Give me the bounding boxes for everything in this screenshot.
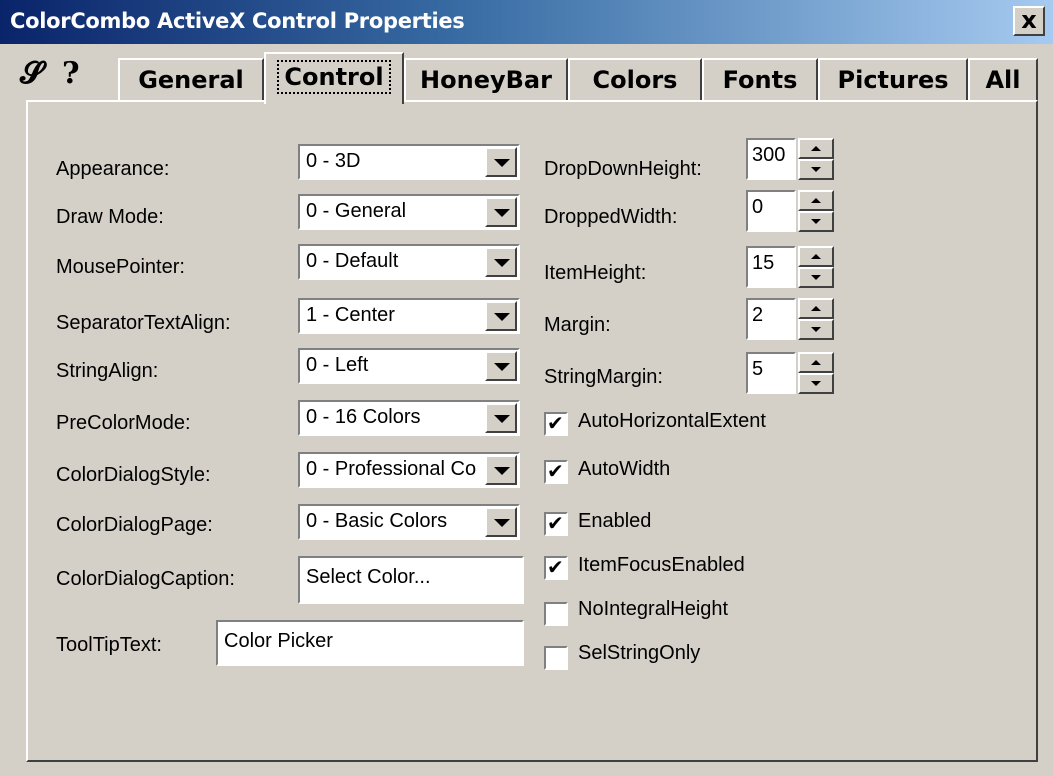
- tab-general-label: General: [138, 66, 244, 94]
- dropdown-height-label: DropDownHeight:: [544, 158, 702, 180]
- pre-color-mode-select[interactable]: 0 - 16 Colors: [298, 400, 520, 436]
- string-align-select[interactable]: 0 - Left: [298, 348, 520, 384]
- draw-mode-value: 0 - General: [306, 200, 407, 222]
- dropdown-height-field[interactable]: 300: [746, 138, 796, 180]
- tab-pictures-label: Pictures: [837, 66, 949, 94]
- no-integral-height-label[interactable]: NoIntegralHeight: [578, 598, 728, 621]
- dropped-width-field[interactable]: 0: [746, 190, 796, 232]
- mouse-pointer-select[interactable]: 0 - Default: [298, 244, 520, 280]
- separator-text-align-value: 1 - Center: [306, 304, 395, 326]
- separator-text-align-label: SeparatorTextAlign:: [56, 312, 231, 334]
- tab-colors-label: Colors: [592, 66, 678, 94]
- margin-label: Margin:: [544, 314, 611, 336]
- tab-honeybar[interactable]: HoneyBar: [404, 58, 568, 102]
- chevron-down-icon[interactable]: [485, 507, 517, 537]
- sel-string-only-checkbox[interactable]: [544, 646, 568, 670]
- dropped-width-label: DroppedWidth:: [544, 206, 678, 228]
- title-bar[interactable]: ColorCombo ActiveX Control Properties x: [0, 0, 1053, 44]
- tab-general[interactable]: General: [118, 58, 264, 102]
- draw-mode-select[interactable]: 0 - General: [298, 194, 520, 230]
- chevron-down-icon[interactable]: [485, 147, 517, 177]
- margin-value: 2: [752, 304, 764, 326]
- dropdown-height-value: 300: [752, 144, 786, 166]
- dropped-width-value: 0: [752, 196, 764, 218]
- chevron-down-icon[interactable]: [485, 351, 517, 381]
- separator-text-align-select[interactable]: 1 - Center: [298, 298, 520, 334]
- string-align-value: 0 - Left: [306, 354, 369, 376]
- spin-up-icon[interactable]: [798, 352, 834, 373]
- spin-down-icon[interactable]: [798, 267, 834, 288]
- appearance-label: Appearance:: [56, 158, 170, 180]
- item-focus-enabled-label[interactable]: ItemFocusEnabled: [578, 554, 745, 577]
- auto-width-label[interactable]: AutoWidth: [578, 458, 670, 481]
- tab-all-label: All: [985, 66, 1021, 94]
- tooltip-text-value: Color Picker: [224, 630, 333, 652]
- spin-down-icon[interactable]: [798, 211, 834, 232]
- item-height-label: ItemHeight:: [544, 262, 647, 284]
- tab-pictures[interactable]: Pictures: [818, 58, 968, 102]
- color-dialog-style-value: 0 - Professional Co: [306, 458, 477, 480]
- sel-string-only-label[interactable]: SelStringOnly: [578, 642, 700, 665]
- string-margin-label: StringMargin:: [544, 366, 663, 388]
- pre-color-mode-value: 0 - 16 Colors: [306, 406, 421, 428]
- enabled-checkbox[interactable]: [544, 511, 568, 536]
- chevron-down-icon[interactable]: [485, 403, 517, 433]
- item-height-value: 15: [752, 252, 775, 274]
- auto-width-checkbox[interactable]: [544, 459, 568, 484]
- chevron-down-icon[interactable]: [485, 301, 517, 331]
- spin-up-icon[interactable]: [798, 298, 834, 319]
- tab-icon-strip: 𝓢 ?: [14, 52, 116, 100]
- color-dialog-style-label: ColorDialogStyle:: [56, 464, 211, 486]
- string-margin-field[interactable]: 5: [746, 352, 796, 394]
- color-dialog-caption-value: Select Color...: [306, 566, 431, 588]
- pin-icon[interactable]: 𝓢: [20, 56, 43, 91]
- tab-control[interactable]: Control: [264, 52, 404, 104]
- tab-fonts-label: Fonts: [722, 66, 798, 94]
- no-integral-height-checkbox[interactable]: [544, 602, 568, 626]
- auto-horizontal-extent-checkbox[interactable]: [544, 411, 568, 436]
- spin-up-icon[interactable]: [798, 190, 834, 211]
- control-tab-panel: Appearance: Draw Mode: MousePointer: Sep…: [26, 100, 1038, 762]
- color-dialog-page-select[interactable]: 0 - Basic Colors: [298, 504, 520, 540]
- chevron-down-icon[interactable]: [485, 247, 517, 277]
- tooltip-text-input[interactable]: Color Picker: [216, 620, 524, 666]
- mouse-pointer-value: 0 - Default: [306, 250, 399, 272]
- chevron-down-icon[interactable]: [485, 197, 517, 227]
- margin-field[interactable]: 2: [746, 298, 796, 340]
- spin-down-icon[interactable]: [798, 159, 834, 180]
- properties-window: ColorCombo ActiveX Control Properties x …: [0, 0, 1053, 776]
- spin-up-icon[interactable]: [798, 138, 834, 159]
- tab-control-label: Control: [277, 60, 391, 94]
- string-align-label: StringAlign:: [56, 360, 159, 382]
- string-margin-value: 5: [752, 358, 764, 380]
- color-dialog-caption-label: ColorDialogCaption:: [56, 568, 235, 590]
- tab-all[interactable]: All: [968, 58, 1038, 102]
- color-dialog-style-select[interactable]: 0 - Professional Co: [298, 452, 520, 488]
- auto-horizontal-extent-label[interactable]: AutoHorizontalExtent: [578, 410, 766, 433]
- spin-down-icon[interactable]: [798, 373, 834, 394]
- close-button[interactable]: x: [1013, 6, 1045, 36]
- tab-honeybar-label: HoneyBar: [420, 66, 552, 94]
- chevron-down-icon[interactable]: [485, 455, 517, 485]
- pre-color-mode-label: PreColorMode:: [56, 412, 191, 434]
- spin-up-icon[interactable]: [798, 246, 834, 267]
- item-height-field[interactable]: 15: [746, 246, 796, 288]
- window-title: ColorCombo ActiveX Control Properties: [10, 9, 465, 33]
- item-focus-enabled-checkbox[interactable]: [544, 555, 568, 580]
- spin-down-icon[interactable]: [798, 319, 834, 340]
- tooltip-text-label: ToolTipText:: [56, 634, 162, 656]
- tab-fonts[interactable]: Fonts: [702, 58, 818, 102]
- draw-mode-label: Draw Mode:: [56, 206, 164, 228]
- appearance-value: 0 - 3D: [306, 150, 361, 172]
- appearance-select[interactable]: 0 - 3D: [298, 144, 520, 180]
- enabled-label[interactable]: Enabled: [578, 510, 651, 533]
- color-dialog-page-label: ColorDialogPage:: [56, 514, 213, 536]
- color-dialog-page-value: 0 - Basic Colors: [306, 510, 448, 532]
- mouse-pointer-label: MousePointer:: [56, 256, 185, 278]
- color-dialog-caption-input[interactable]: Select Color...: [298, 556, 524, 604]
- tab-colors[interactable]: Colors: [568, 58, 702, 102]
- help-icon[interactable]: ?: [62, 56, 80, 91]
